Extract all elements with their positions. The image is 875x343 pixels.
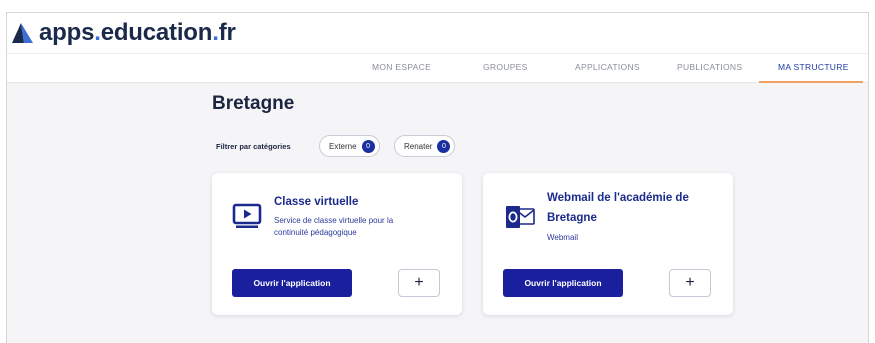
outlook-mail-icon <box>506 206 535 228</box>
app-frame: apps.education.fr MON ESPACE GROUPES APP… <box>6 12 869 343</box>
nav-item-mon-espace[interactable]: MON ESPACE <box>372 62 431 72</box>
page-title: Bretagne <box>212 93 295 114</box>
chip-label: Renater <box>404 141 433 151</box>
card-description: Webmail <box>547 233 578 242</box>
nav-item-ma-structure[interactable]: MA STRUCTURE <box>778 62 849 72</box>
card-description-line1: Service de classe virtuelle pour la <box>274 216 394 225</box>
add-button[interactable]: + <box>669 269 711 297</box>
filter-label: Filtrer par catégories <box>216 142 291 151</box>
nav-item-applications[interactable]: APPLICATIONS <box>575 62 640 72</box>
chip-count-badge: 0 <box>437 139 451 153</box>
logo[interactable]: apps.education.fr <box>11 19 236 47</box>
main-nav: MON ESPACE GROUPES APPLICATIONS PUBLICAT… <box>7 53 868 83</box>
header: apps.education.fr <box>7 13 868 53</box>
nav-active-underline <box>759 81 863 83</box>
card-title-line2: Bretagne <box>547 212 597 224</box>
filter-chip-renater[interactable]: Renater 0 <box>394 135 456 157</box>
card-description-line2: continuité pédagogique <box>274 228 357 237</box>
app-card-webmail: Webmail de l'académie de Bretagne Webmai… <box>483 173 733 315</box>
filter-chip-externe[interactable]: Externe 0 <box>319 135 380 157</box>
open-application-button[interactable]: Ouvrir l'application <box>503 269 623 297</box>
card-title: Classe virtuelle <box>274 196 359 208</box>
app-card-classe-virtuelle: Classe virtuelle Service de classe virtu… <box>212 173 462 315</box>
nav-item-publications[interactable]: PUBLICATIONS <box>677 62 742 72</box>
logo-mark-icon <box>12 23 33 43</box>
brand-name: apps.education.fr <box>39 19 236 46</box>
chip-count-badge: 0 <box>361 139 375 153</box>
card-title-line1: Webmail de l'académie de <box>547 192 689 204</box>
nav-item-groupes[interactable]: GROUPES <box>483 62 528 72</box>
add-button[interactable]: + <box>398 269 440 297</box>
video-screen-icon <box>232 203 262 228</box>
open-application-button[interactable]: Ouvrir l'application <box>232 269 352 297</box>
chip-label: Externe <box>329 141 357 151</box>
